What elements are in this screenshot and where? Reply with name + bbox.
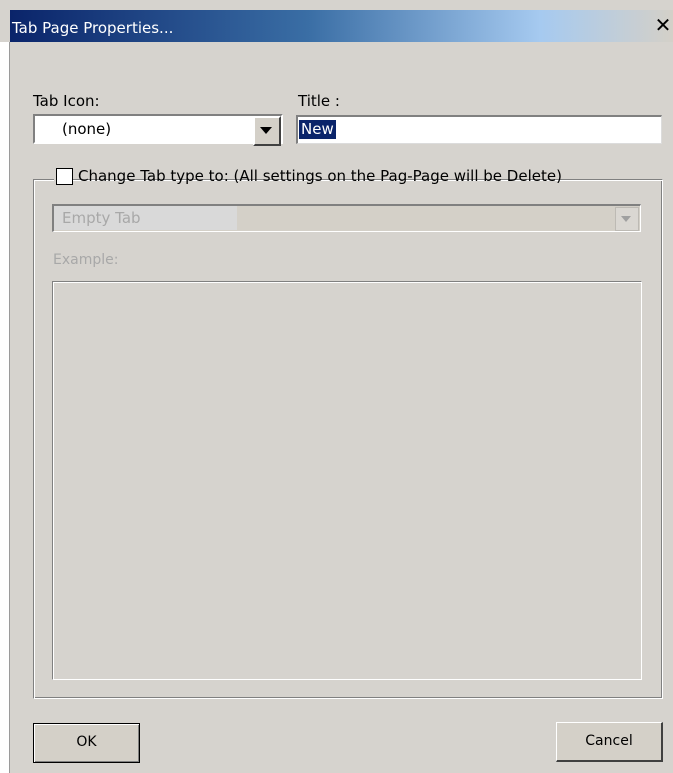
cancel-button[interactable]: Cancel	[556, 722, 663, 762]
change-tab-type-checkbox[interactable]	[56, 168, 73, 185]
change-tab-type-legend: Change Tab type to: (All settings on the…	[54, 165, 562, 189]
title-input[interactable]: New	[296, 115, 662, 144]
close-icon[interactable]: ✕	[652, 14, 673, 36]
chevron-down-icon	[260, 127, 272, 134]
tab-type-value: Empty Tab	[62, 209, 141, 227]
title-label: Title :	[298, 92, 340, 110]
ok-button[interactable]: OK	[33, 723, 140, 763]
example-label: Example:	[53, 252, 119, 268]
tab-type-dropdown: Empty Tab	[52, 204, 641, 232]
change-tab-type-label[interactable]: Change Tab type to: (All settings on the…	[78, 167, 562, 185]
tab-icon-value: (none)	[62, 120, 112, 138]
tab-icon-label: Tab Icon:	[33, 92, 100, 110]
chevron-down-icon	[621, 216, 631, 222]
tab-icon-dropdown-button[interactable]	[253, 116, 281, 146]
tab-type-dropdown-field: Empty Tab	[54, 206, 237, 230]
tab-type-dropdown-button	[615, 207, 639, 231]
background-window-edge	[0, 42, 10, 773]
tab-icon-dropdown[interactable]: (none)	[33, 114, 283, 146]
example-preview-area	[52, 281, 642, 680]
title-input-value: New	[299, 120, 336, 139]
window-title: Tab Page Properties...	[12, 19, 174, 37]
